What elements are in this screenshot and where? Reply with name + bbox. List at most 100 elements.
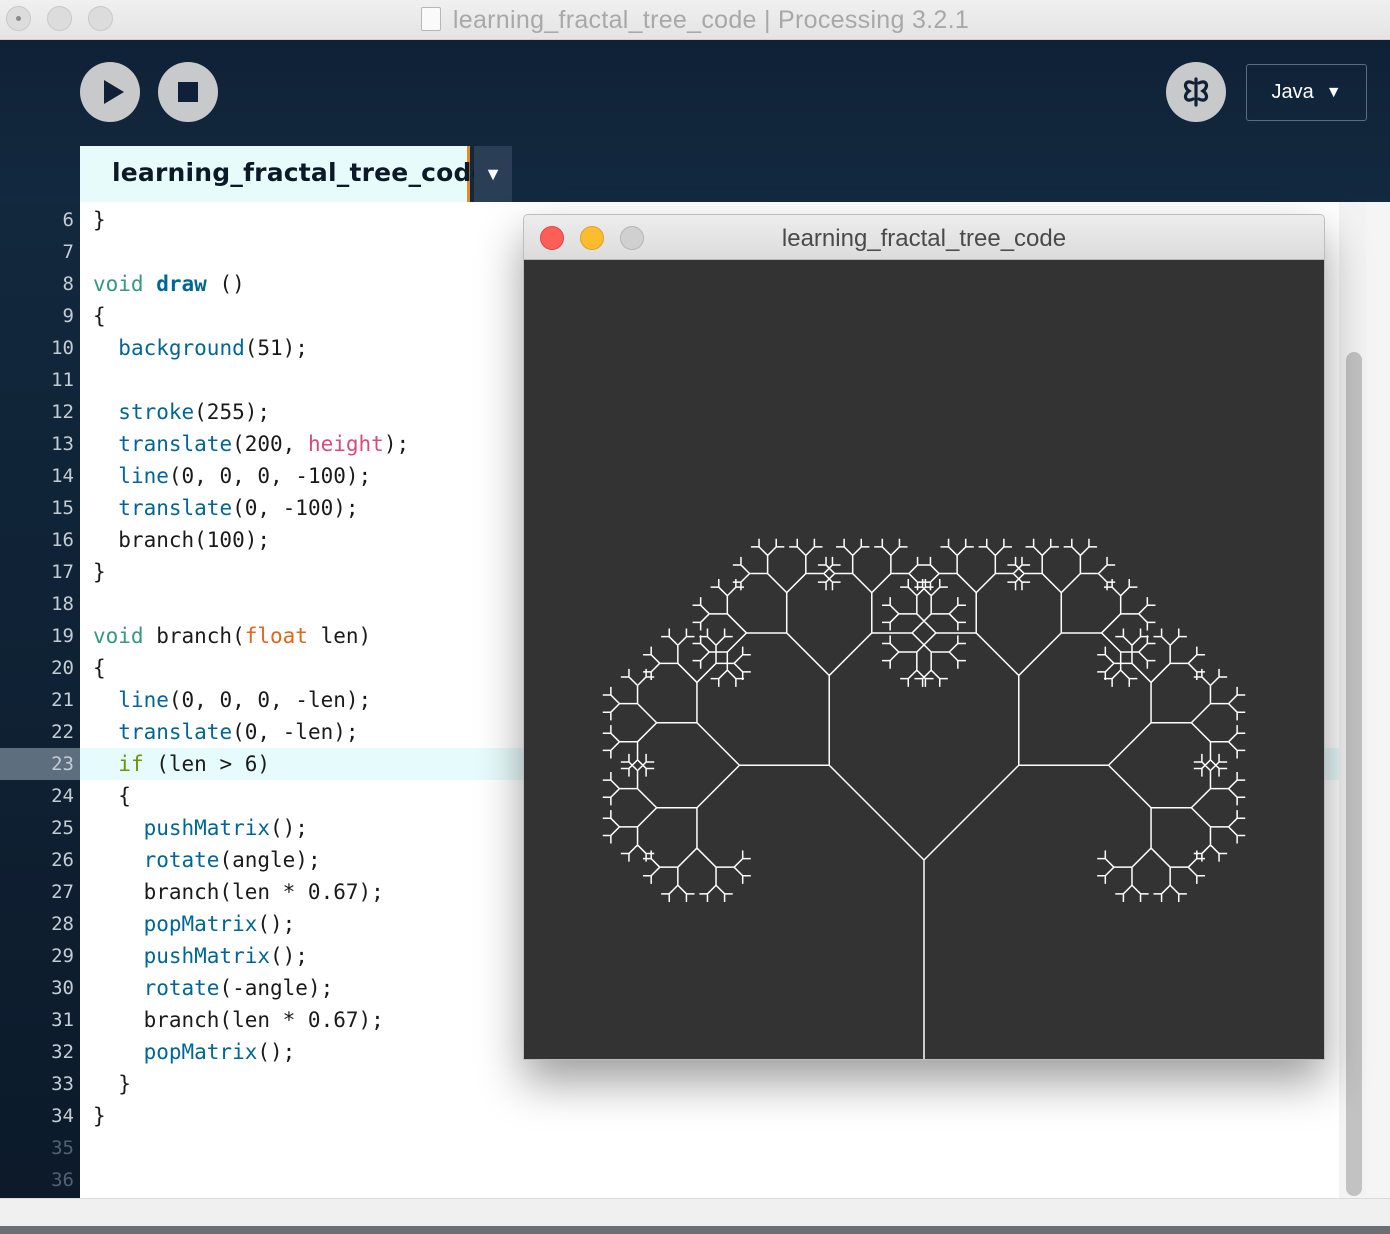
line-number[interactable]: 18 [0,588,74,620]
code-token: (0, -len); [232,720,359,744]
code-line[interactable]: popMatrix(); [93,908,296,940]
code-token: branch(len * 0.67); [93,880,384,904]
line-number[interactable]: 24 [0,780,74,812]
code-line[interactable]: pushMatrix(); [93,812,308,844]
line-number[interactable]: 11 [0,364,74,396]
line-number[interactable]: 7 [0,236,74,268]
document-icon [420,7,441,31]
code-token: } [93,560,106,584]
window-titlebar: learning_fractal_tree_code | Processing … [0,0,1390,40]
line-number[interactable]: 13 [0,428,74,460]
code-token: (angle); [219,848,321,872]
code-token: (255); [194,400,271,424]
line-number[interactable]: 35 [0,1132,74,1164]
line-number[interactable]: 25 [0,812,74,844]
sketch-window: learning_fractal_tree_code [523,214,1325,1060]
play-icon [104,80,124,104]
line-number[interactable]: 28 [0,908,74,940]
code-line[interactable]: translate(0, -100); [93,492,358,524]
code-token: (); [257,1040,296,1064]
code-token: line [118,688,169,712]
tab-learning-fractal-tree-code[interactable]: learning_fractal_tree_code [80,146,489,202]
code-line[interactable]: line(0, 0, 0, -100); [93,460,371,492]
code-token: pushMatrix [143,944,271,968]
code-token: { [93,784,131,808]
code-line[interactable]: line(0, 0, 0, -len); [93,684,371,716]
line-number[interactable]: 36 [0,1164,74,1196]
code-line[interactable]: rotate(angle); [93,844,321,876]
code-line[interactable]: translate(0, -len); [93,716,359,748]
code-token: draw [156,272,207,296]
code-line[interactable]: } [93,204,106,236]
line-number[interactable]: 31 [0,1004,74,1036]
line-number[interactable]: 21 [0,684,74,716]
line-number[interactable]: 9 [0,300,74,332]
tab-menu-button[interactable]: ▼ [474,146,512,202]
line-number[interactable]: 32 [0,1036,74,1068]
run-button[interactable] [80,62,140,122]
code-line[interactable]: background(51); [93,332,308,364]
code-token: float [244,624,308,648]
line-number[interactable]: 16 [0,524,74,556]
line-number[interactable]: 6 [0,204,74,236]
code-line[interactable]: void branch(float len) [93,620,371,652]
code-token: (-angle); [219,976,334,1000]
code-line[interactable]: stroke(255); [93,396,270,428]
code-line[interactable]: void draw () [93,268,245,300]
code-token: line [118,464,169,488]
code-line[interactable]: popMatrix(); [93,1036,296,1068]
code-token: (); [270,816,308,840]
line-number[interactable]: 10 [0,332,74,364]
line-number[interactable]: 22 [0,716,74,748]
code-line[interactable]: translate(200, height); [93,428,409,460]
code-line[interactable]: branch(100); [93,524,270,556]
mode-label: Java [1271,81,1314,103]
code-line[interactable]: } [93,556,106,588]
code-token: branch(len * 0.67); [93,1008,384,1032]
code-line[interactable]: if (len > 6) [93,748,270,780]
code-line[interactable]: } [93,1100,106,1132]
line-number[interactable]: 30 [0,972,74,1004]
tab-label: learning_fractal_tree_code [112,158,489,187]
code-line[interactable]: } [93,1068,131,1100]
line-number[interactable]: 12 [0,396,74,428]
code-line[interactable]: { [93,652,106,684]
line-number[interactable]: 14 [0,460,74,492]
code-token: len) [307,624,372,648]
line-number[interactable]: 20 [0,652,74,684]
code-token: { [93,656,106,680]
line-number[interactable]: 26 [0,844,74,876]
code-token: background [118,336,245,360]
line-number[interactable]: 23 [0,748,74,780]
code-token: void [93,272,144,296]
line-number[interactable]: 27 [0,876,74,908]
line-number[interactable]: 19 [0,620,74,652]
line-number[interactable]: 15 [0,492,74,524]
line-number[interactable]: 34 [0,1100,74,1132]
mode-selector[interactable]: Java ▼ [1246,64,1367,121]
code-line[interactable]: { [93,300,106,332]
code-token: translate [118,720,233,744]
code-line[interactable]: branch(len * 0.67); [93,876,384,908]
code-line[interactable]: { [93,780,131,812]
line-number[interactable]: 29 [0,940,74,972]
debugger-button[interactable] [1166,62,1226,122]
vertical-scrollbar-thumb[interactable] [1346,352,1362,1196]
code-line[interactable]: rotate(-angle); [93,972,334,1004]
window-title-text: learning_fractal_tree_code | Processing … [452,6,970,34]
code-line[interactable]: branch(len * 0.67); [93,1004,384,1036]
line-number[interactable]: 17 [0,556,74,588]
horizontal-scrollbar[interactable] [0,1198,1390,1226]
code-token: (0, 0, 0, -100); [168,464,372,488]
line-number[interactable]: 8 [0,268,74,300]
code-line[interactable]: pushMatrix(); [93,940,308,972]
line-number[interactable]: 33 [0,1068,74,1100]
stop-button[interactable] [158,62,218,122]
code-token: } [93,1072,131,1096]
